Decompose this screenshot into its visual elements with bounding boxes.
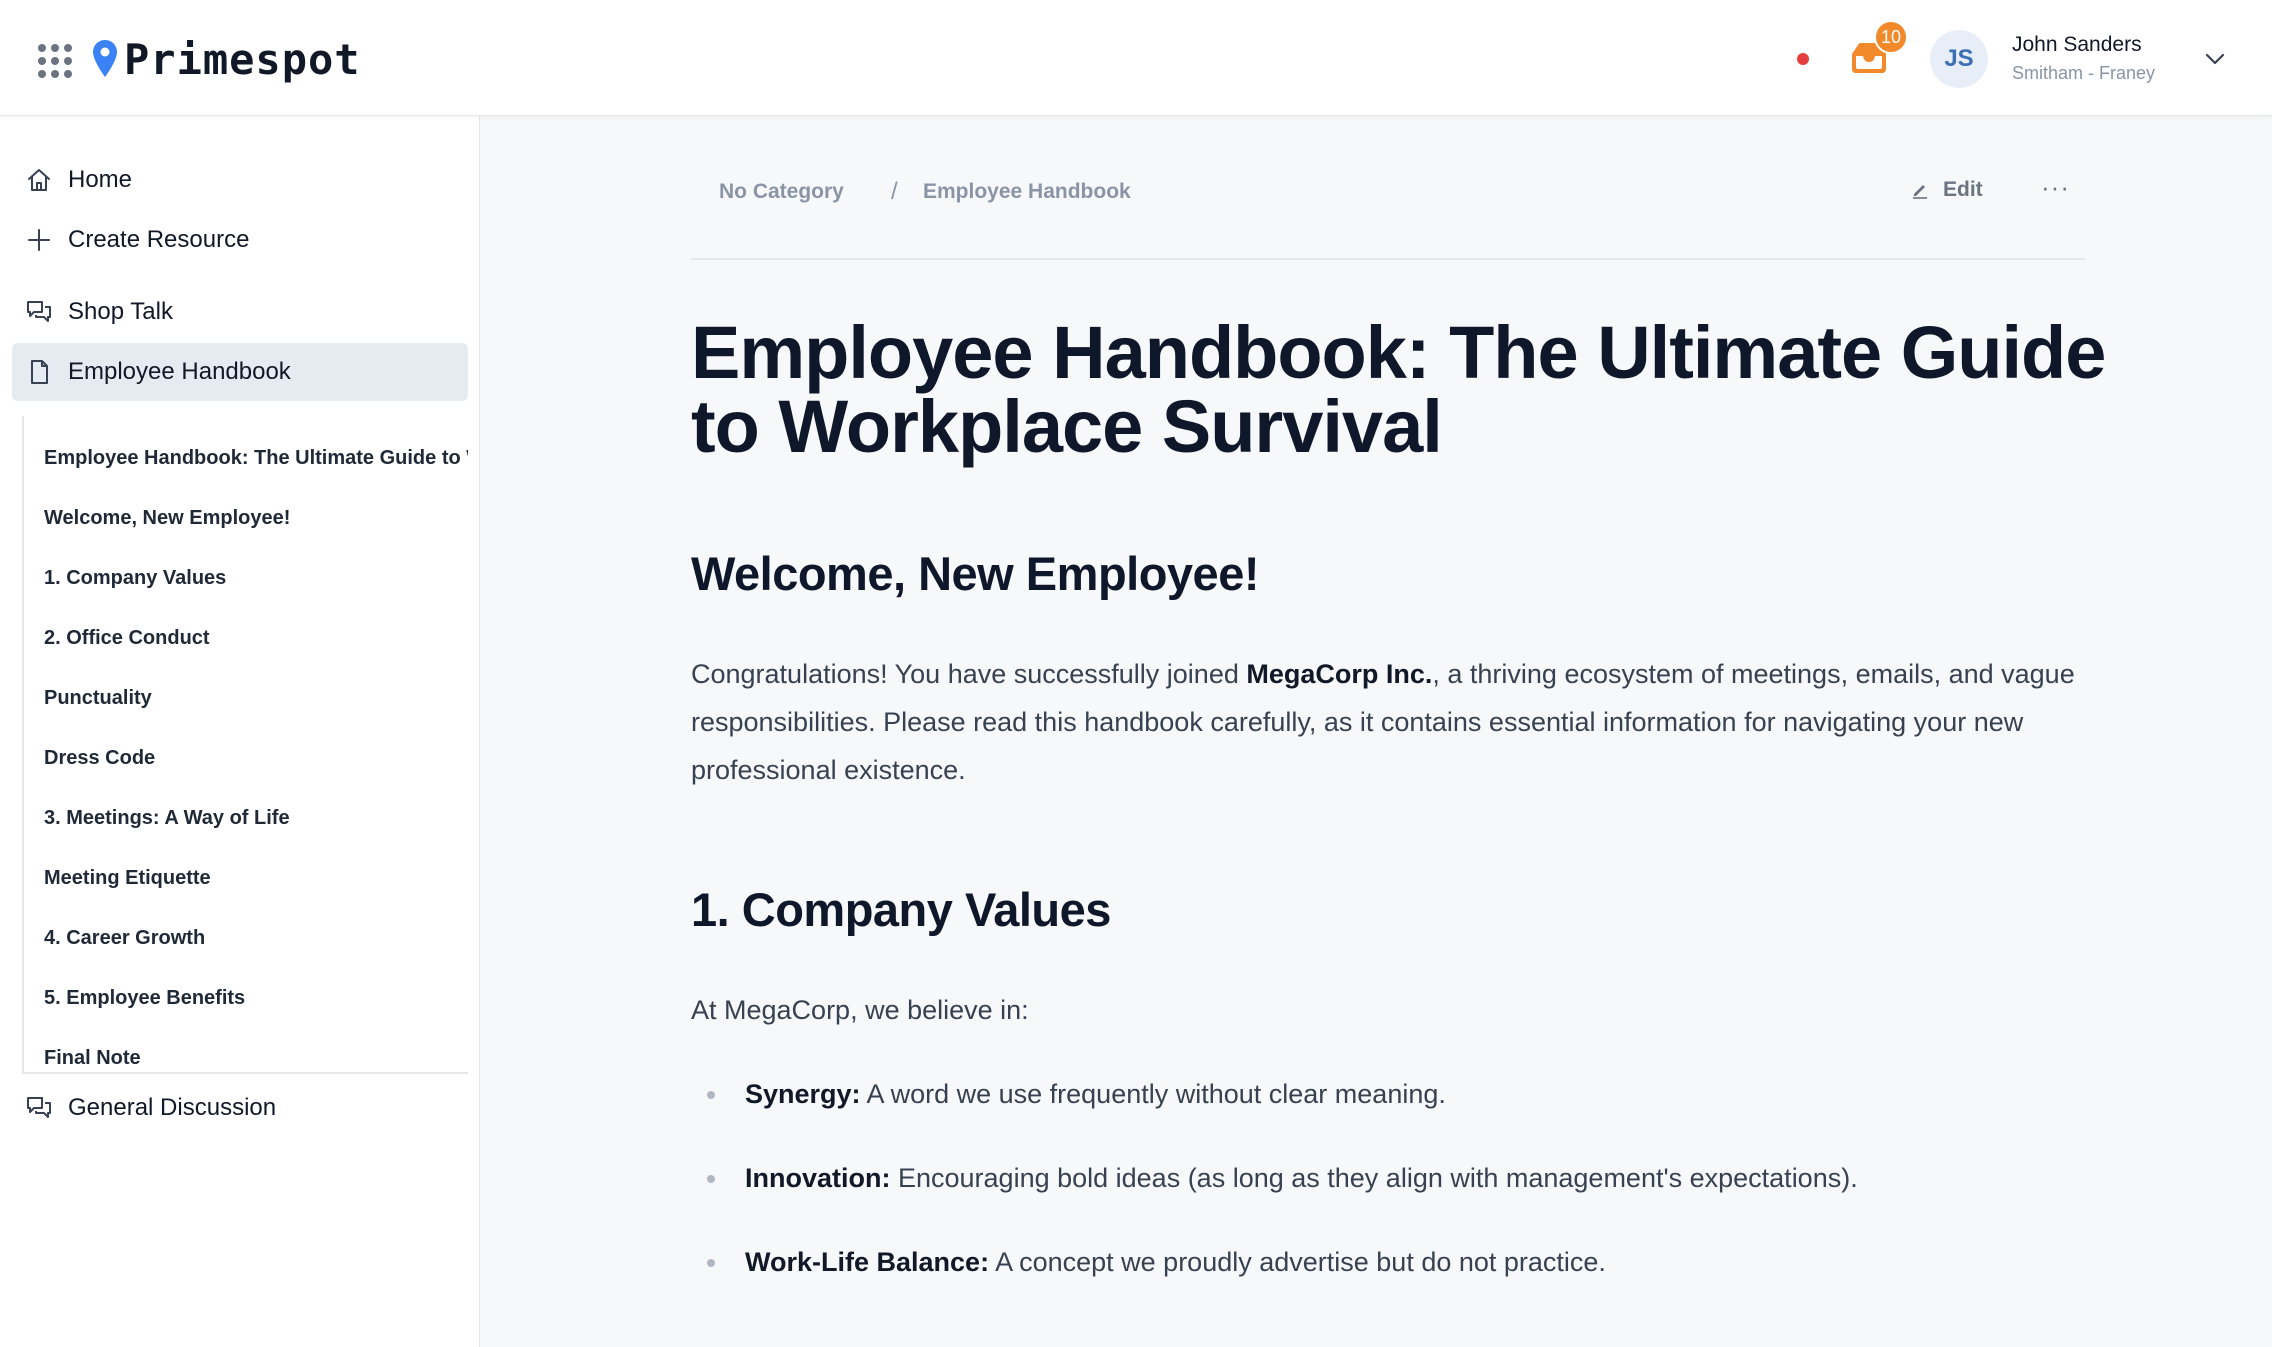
home-icon [24,165,54,195]
document-icon [24,357,54,387]
breadcrumb-separator: / [891,178,898,205]
page-title: Employee Handbook: The Ultimate Guide to… [691,311,2106,468]
toc-item[interactable]: Dress Code [44,738,468,778]
plus-icon [24,225,54,255]
edit-button[interactable]: Edit [1911,178,1983,202]
chevron-down-icon[interactable] [2204,48,2226,70]
toc-item[interactable]: 1. Company Values [44,558,468,598]
user-name[interactable]: John Sanders [2012,33,2142,57]
brand-logo[interactable]: Primespot [92,34,361,84]
pencil-icon [1913,185,1927,199]
toc-item[interactable]: Punctuality [44,678,468,718]
avatar[interactable]: JS [1930,30,1988,88]
chat-icon [24,1093,54,1123]
breadcrumb-category[interactable]: No Category [719,180,844,204]
location-pin-icon [93,40,117,77]
edit-label: Edit [1943,178,1983,201]
main-content: No Category / Employee Handbook Edit ···… [481,116,2272,1347]
table-of-contents: Employee Handbook: The Ultimate Guide to… [22,416,468,1074]
toc-item[interactable]: 2. Office Conduct [44,618,468,658]
toc-item[interactable]: Employee Handbook: The Ultimate Guide to… [44,438,468,478]
list-item: Synergy: A word we use frequently withou… [691,1074,2091,1114]
toc-item[interactable]: 5. Employee Benefits [44,978,468,1018]
toc-item[interactable]: 3. Meetings: A Way of Life [44,798,468,838]
company-name: MegaCorp Inc. [1246,659,1433,689]
sidebar-item-shop-talk[interactable]: Shop Talk [12,283,468,341]
notification-badge: 10 [1874,20,1908,54]
sidebar-item-label: Employee Handbook [68,358,291,385]
breadcrumb: No Category / Employee Handbook Edit ··· [691,172,2085,260]
sidebar-item-employee-handbook[interactable]: Employee Handbook [12,343,468,401]
sidebar-item-home[interactable]: Home [12,151,468,209]
section-heading-welcome: Welcome, New Employee! [691,547,1260,600]
sidebar-item-label: Shop Talk [68,298,173,325]
toc-item[interactable]: Welcome, New Employee! [44,498,468,538]
toc-item[interactable]: Final Note [44,1038,468,1078]
status-indicator [1797,53,1809,65]
welcome-paragraph: Congratulations! You have successfully j… [691,659,2075,785]
more-options-icon[interactable]: ··· [2041,172,2070,203]
user-organization: Smitham - Franey [2012,63,2156,83]
company-values-lead: At MegaCorp, we believe in: [691,995,1029,1025]
sidebar-item-general-discussion[interactable]: General Discussion [12,1079,468,1137]
brand-name: Primespot [124,34,361,84]
sidebar-item-label: Home [68,166,133,193]
sidebar-item-label: Create Resource [68,226,250,253]
breadcrumb-page[interactable]: Employee Handbook [923,180,1131,204]
section-heading-company-values: 1. Company Values [691,883,1111,936]
toc-item[interactable]: 4. Career Growth [44,918,468,958]
list-item: Work-Life Balance: A concept we proudly … [691,1242,2091,1282]
top-bar: Primespot 10 JS John Sanders Smitham - F… [0,0,2272,116]
sidebar-item-create-resource[interactable]: Create Resource [12,211,468,269]
sidebar: Home Create Resource Shop Talk Employee … [0,116,480,1347]
sidebar-item-label: General Discussion [68,1094,277,1121]
list-item: Innovation: Encouraging bold ideas (as l… [691,1158,2091,1198]
toc-item[interactable]: Meeting Etiquette [44,858,468,898]
app-launcher-icon[interactable] [38,44,72,78]
chat-icon [24,297,54,327]
